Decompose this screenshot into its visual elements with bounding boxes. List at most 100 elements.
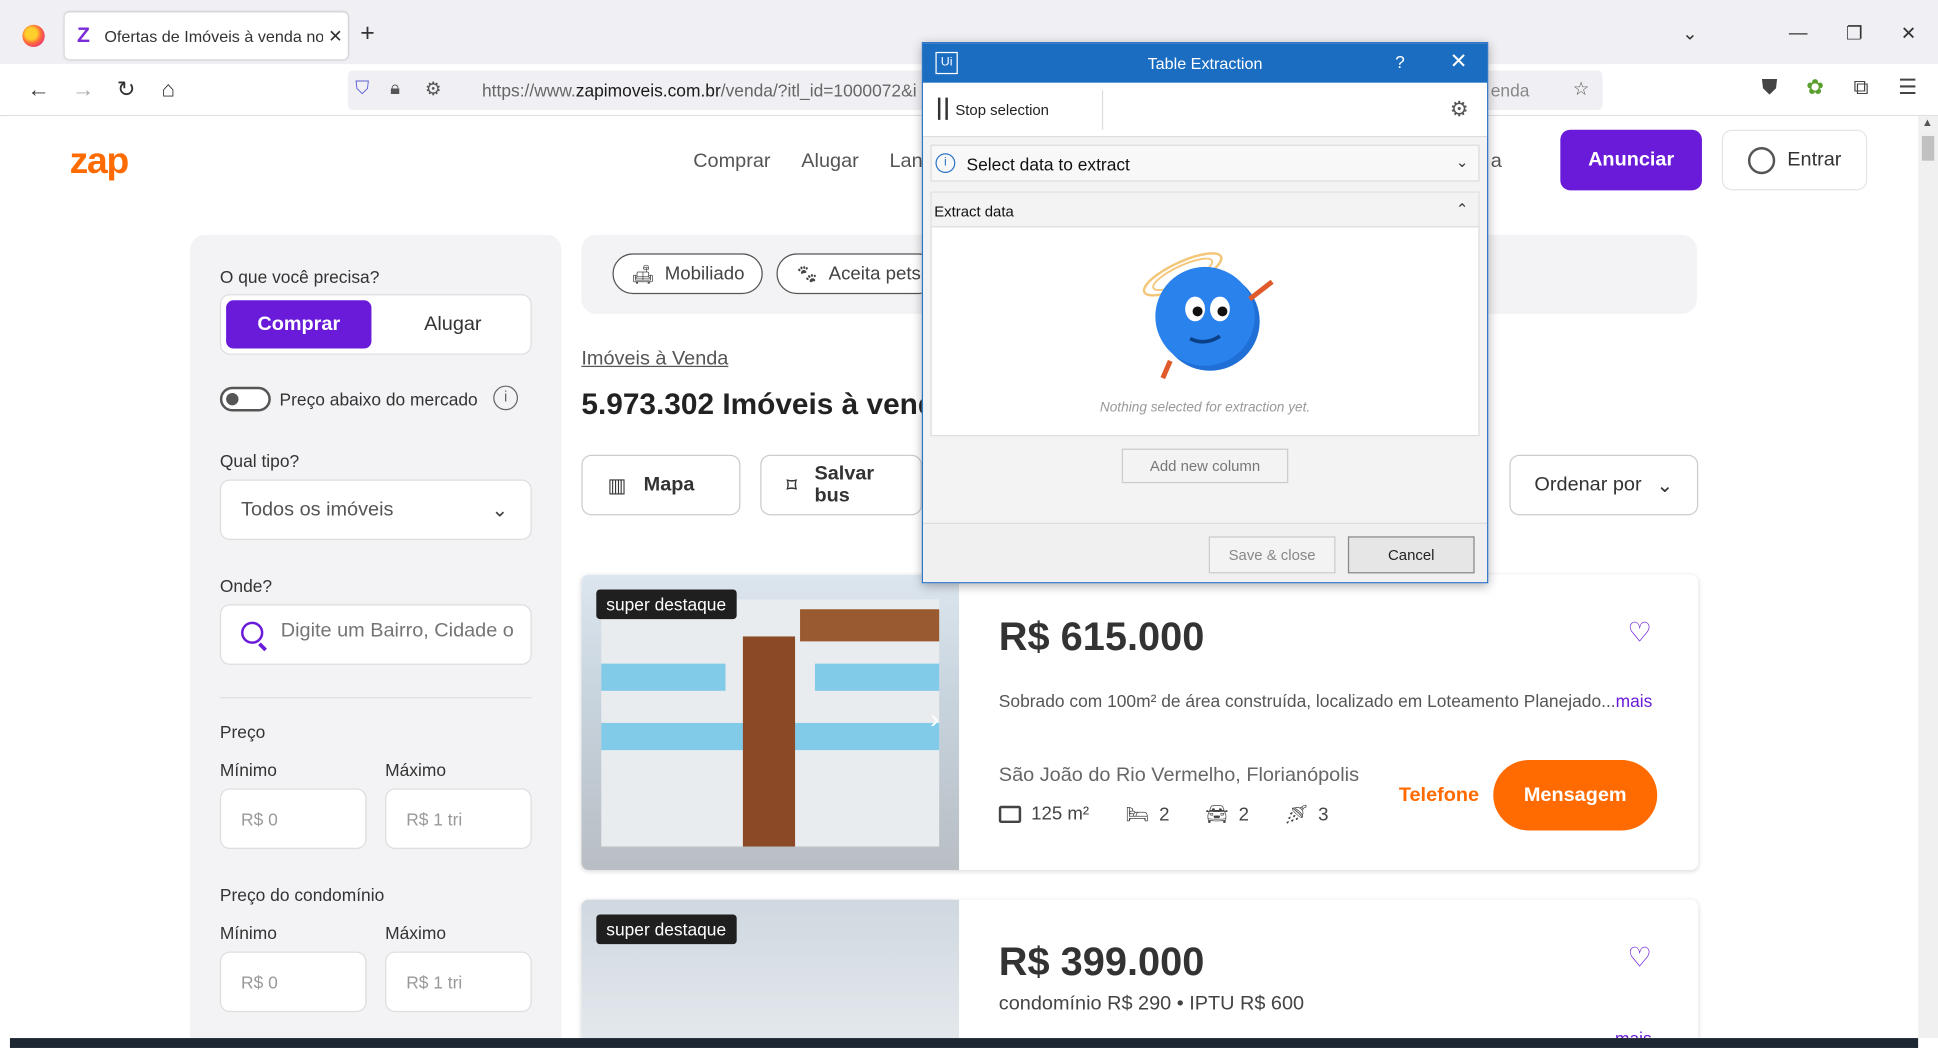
chip-mobiliado[interactable]: 🛋︎ Mobiliado — [612, 253, 764, 295]
buy-rent-toggle: Comprar Alugar — [219, 294, 532, 355]
info-icon[interactable]: i — [493, 385, 519, 411]
select-data-label: Select data to extract — [966, 154, 1130, 175]
user-icon — [1747, 146, 1775, 174]
search-icon — [241, 621, 264, 644]
url-text: https://www.zapimoveis.com.br/venda/?itl… — [482, 80, 917, 101]
telefone-button[interactable]: Telefone — [1399, 785, 1479, 807]
close-icon[interactable]: ✕ — [1450, 49, 1468, 74]
menu-icon[interactable]: ☰ — [1898, 75, 1917, 100]
listing-price: R$ 615.000 — [998, 614, 1205, 659]
scroll-up-icon[interactable]: ▲ — [1922, 116, 1933, 128]
nav-comprar[interactable]: Comprar — [693, 151, 770, 173]
permissions-icon[interactable]: ⚙︎ — [425, 78, 442, 100]
where-label: Onde? — [219, 575, 273, 596]
listing-condo-iptu: condomínio R$ 290 • IPTU R$ 600 — [998, 993, 1305, 1015]
location-search[interactable] — [219, 604, 532, 665]
stop-selection-button[interactable]: Stop selection — [955, 101, 1049, 118]
tab-list-chevron-icon[interactable]: ⌄ — [1682, 22, 1698, 44]
minimize-icon[interactable]: — — [1789, 22, 1808, 43]
home-icon[interactable]: ⌂ — [161, 77, 175, 103]
chip-aceita-pets[interactable]: 🐾︎ Aceita pets — [776, 253, 940, 295]
lock-icon[interactable]: 🔒︎ — [390, 78, 400, 99]
sofa-icon: 🛋︎ — [631, 263, 655, 285]
add-new-column-button[interactable]: Add new column — [1121, 448, 1289, 484]
page-scrollbar[interactable]: ▲ — [1918, 116, 1938, 1039]
more-link[interactable]: mais — [1616, 691, 1653, 711]
result-count-title: 5.973.302 Imóveis à vend — [581, 388, 937, 422]
property-type-select[interactable]: Todos os imóveis ⌄ — [219, 479, 532, 541]
gear-icon[interactable]: ⚙ — [1450, 98, 1469, 123]
paw-icon: 🐾︎ — [795, 263, 819, 285]
reload-icon[interactable]: ↻ — [117, 77, 136, 103]
zap-favicon-icon: Z — [77, 23, 90, 47]
listing-card[interactable]: super destaque › R$ 615.000 ♡ Sobrado co… — [581, 574, 1699, 871]
condo-max-label: Máximo — [385, 923, 447, 943]
shield-icon[interactable]: ⛉ — [355, 78, 369, 99]
pocket-icon[interactable]: ⛊ — [1762, 75, 1778, 100]
nav-lancamentos[interactable]: Lan — [889, 151, 922, 173]
select-data-section[interactable]: i Select data to extract ⌄ — [930, 144, 1480, 182]
bookmark-star-icon[interactable]: ☆ — [1573, 78, 1590, 100]
breadcrumb[interactable]: Imóveis à Venda — [581, 348, 728, 370]
entrar-button[interactable]: Entrar — [1721, 129, 1868, 191]
dialog-titlebar[interactable]: Ui Table Extraction ? ✕ — [923, 43, 1488, 83]
extension-icon[interactable]: ✿ — [1806, 75, 1824, 100]
next-photo-icon[interactable]: › — [930, 703, 939, 735]
restore-icon[interactable]: ❐ — [1846, 22, 1863, 44]
bathrooms-feature: 🚿︎ 3 — [1284, 803, 1329, 826]
listing-card[interactable]: super destaque R$ 399.000 ♡ condomínio R… — [581, 899, 1699, 1039]
anunciar-button[interactable]: Anunciar — [1560, 129, 1702, 191]
listing-location: São João do Rio Vermelho, Florianópolis — [998, 764, 1360, 786]
save-search-button[interactable]: ⌑ Salvar bus — [760, 454, 922, 516]
browser-tab[interactable]: Z Ofertas de Imóveis à venda no ✕ — [64, 12, 348, 60]
forward-icon[interactable]: → — [72, 77, 94, 103]
pause-icon[interactable] — [937, 97, 948, 120]
favorite-heart-icon[interactable]: ♡ — [1627, 617, 1652, 649]
chip-label: Mobiliado — [664, 263, 745, 285]
more-link[interactable]: mais — [1615, 1028, 1652, 1038]
below-market-switch[interactable] — [219, 386, 271, 412]
window-close-icon[interactable]: ✕ — [1901, 22, 1917, 44]
back-icon[interactable]: ← — [27, 77, 49, 103]
mensagem-button[interactable]: Mensagem — [1493, 760, 1658, 831]
help-icon[interactable]: ? — [1395, 52, 1405, 72]
need-label: O que você precisa? — [219, 266, 380, 287]
condo-min-field[interactable]: R$ 0 — [219, 951, 367, 1013]
extensions-puzzle-icon[interactable]: ⧉ — [1854, 75, 1869, 100]
listing-price: R$ 399.000 — [998, 939, 1205, 984]
condo-min-label: Mínimo — [219, 923, 277, 943]
cancel-button[interactable]: Cancel — [1347, 536, 1475, 574]
car-icon: 🚘︎ — [1205, 804, 1229, 826]
map-label: Mapa — [643, 473, 695, 495]
nav-alugar[interactable]: Alugar — [801, 151, 858, 173]
condo-max-field[interactable]: R$ 1 tri — [385, 951, 532, 1013]
order-by-select[interactable]: Ordenar por ⌄ — [1509, 454, 1699, 516]
below-market-label: Preço abaixo do mercado — [279, 389, 478, 410]
alugar-option[interactable]: Alugar — [378, 300, 528, 348]
chevron-down-icon: ⌄ — [1455, 153, 1469, 171]
nav-item-partial[interactable]: a — [1491, 151, 1502, 173]
extract-data-header[interactable]: Extract data ⌃ — [931, 192, 1479, 228]
parking-feature: 🚘︎ 2 — [1205, 803, 1249, 826]
listing-photo[interactable]: super destaque — [581, 899, 960, 1039]
chevron-up-icon: ⌃ — [1455, 200, 1469, 218]
map-button[interactable]: ▥ Mapa — [581, 454, 741, 516]
chip-label: Aceita pets — [828, 263, 921, 285]
photo-detail — [742, 636, 796, 847]
tab-close-icon[interactable]: ✕ — [323, 25, 348, 46]
taskbar — [9, 1038, 1919, 1048]
zap-logo[interactable]: zap — [70, 141, 130, 183]
photo-detail — [800, 609, 940, 642]
robot-mascot-icon — [1142, 252, 1274, 380]
comprar-option[interactable]: Comprar — [226, 300, 372, 349]
photo-detail — [601, 663, 726, 691]
location-search-input[interactable] — [280, 620, 525, 643]
save-close-button[interactable]: Save & close — [1208, 536, 1336, 574]
extract-data-label: Extract data — [934, 202, 1014, 220]
listing-photo[interactable]: super destaque › — [581, 574, 960, 871]
price-max-field[interactable]: R$ 1 tri — [385, 788, 532, 849]
favorite-heart-icon[interactable]: ♡ — [1627, 942, 1652, 974]
scroll-thumb[interactable] — [1921, 135, 1935, 161]
price-min-field[interactable]: R$ 0 — [219, 788, 367, 849]
new-tab-button[interactable]: + — [360, 20, 375, 48]
